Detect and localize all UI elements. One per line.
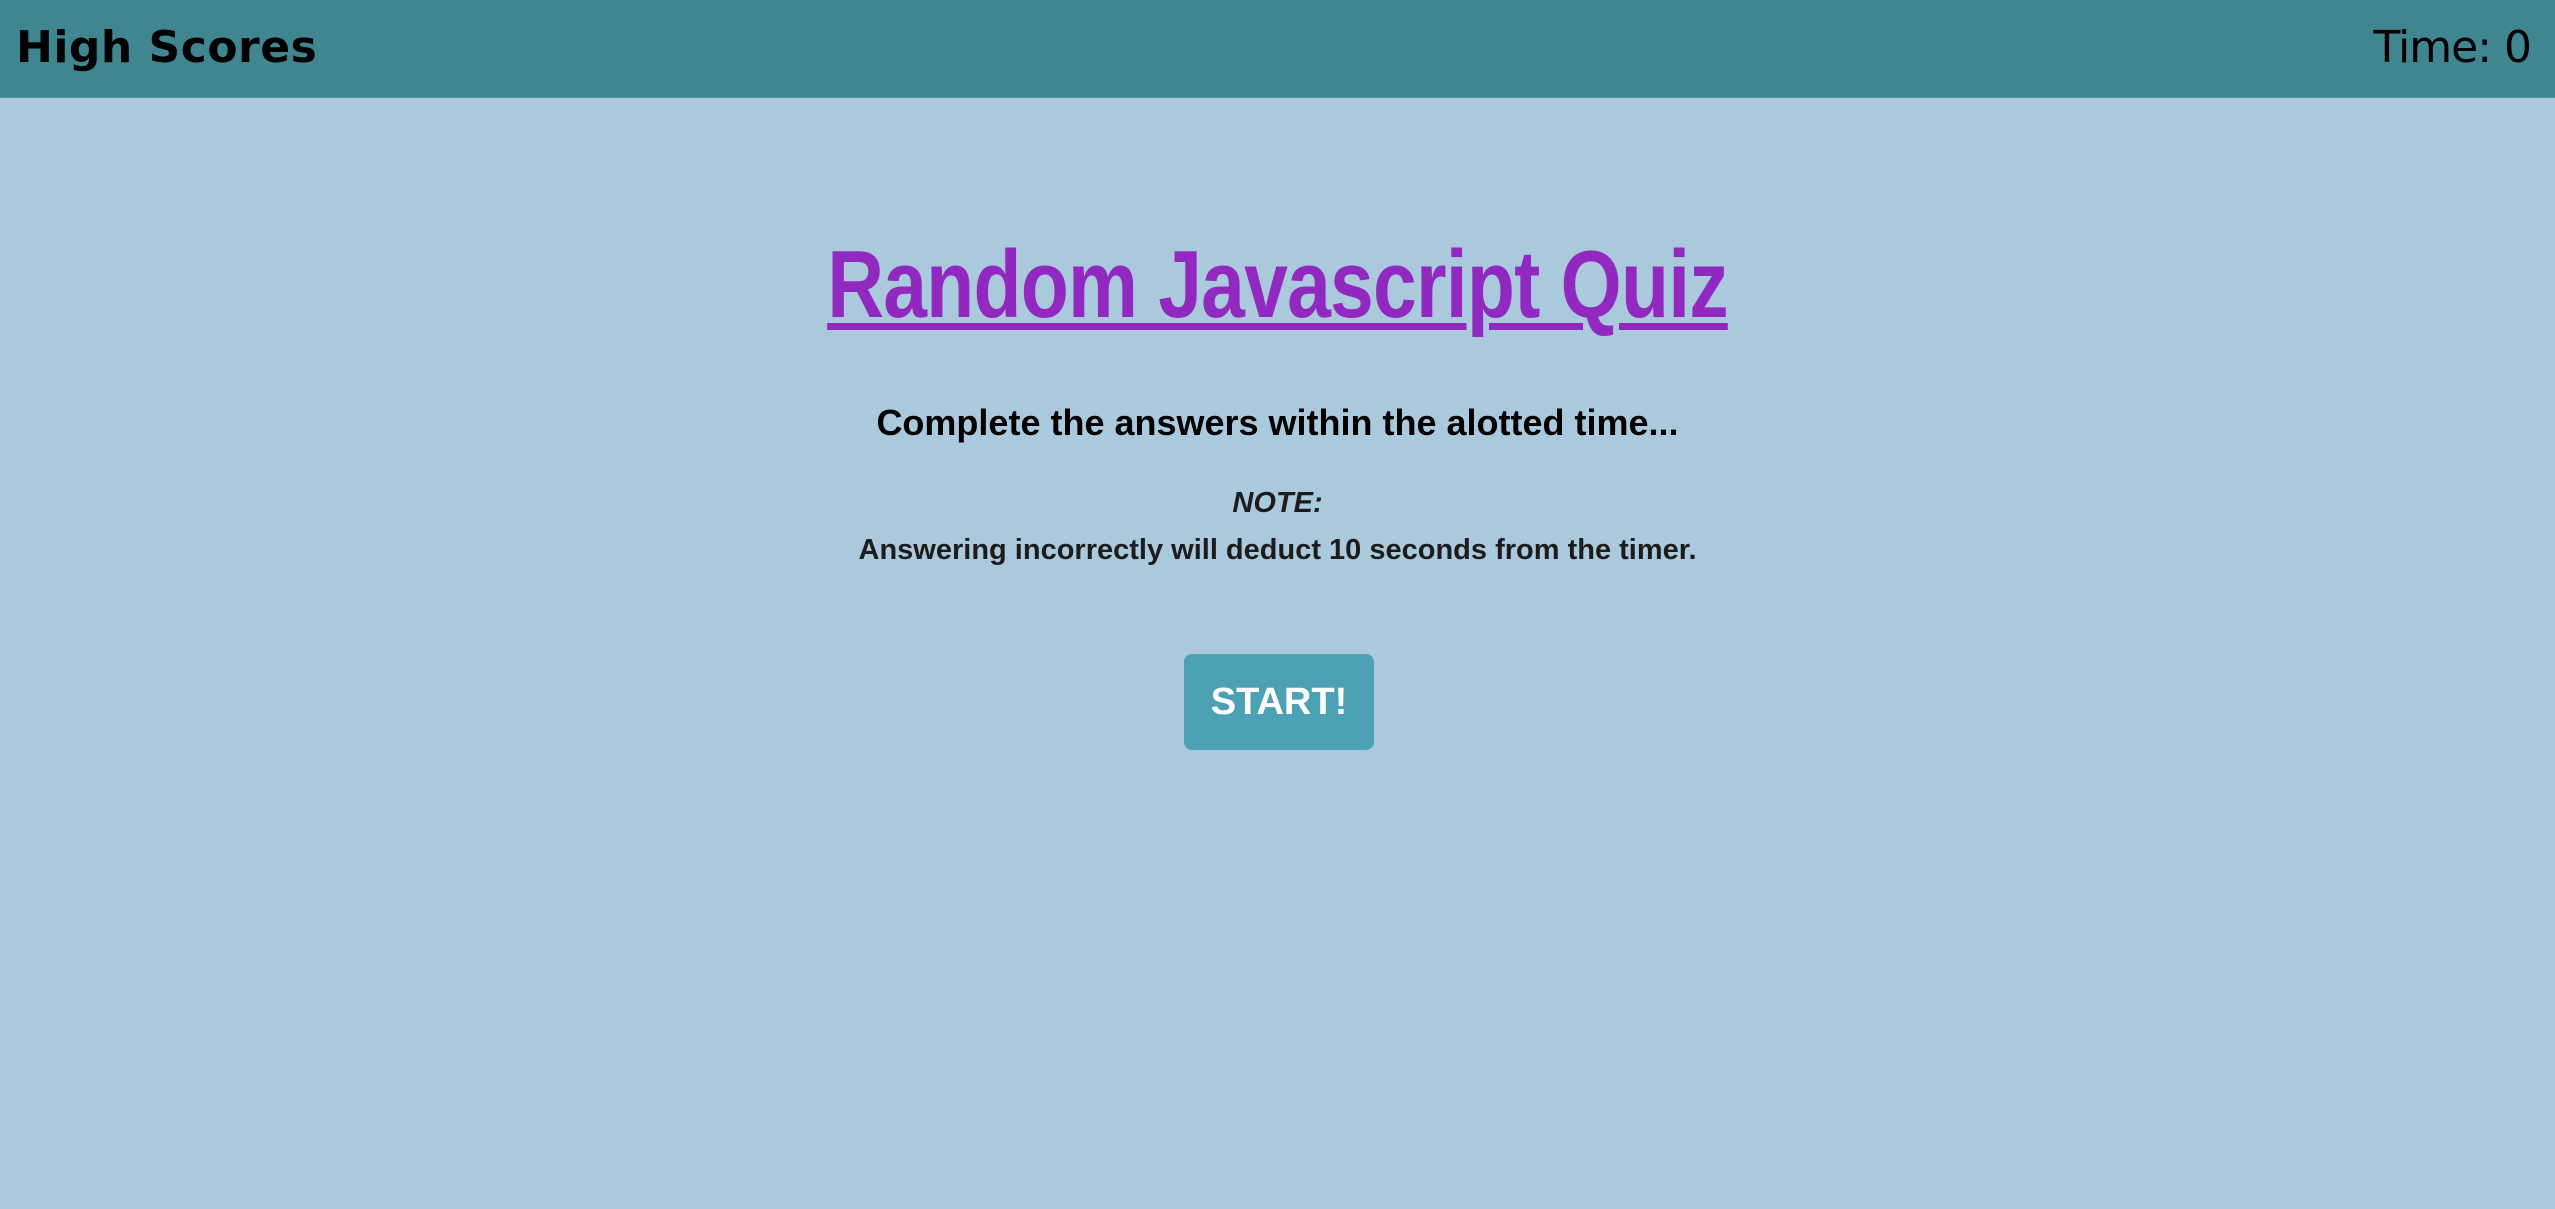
high-scores-link[interactable]: High Scores (16, 16, 317, 80)
quiz-instructions: Complete the answers within the alotted … (876, 402, 1679, 443)
note-label: NOTE: (1232, 487, 1323, 519)
note-text: Answering incorrectly will deduct 10 sec… (858, 534, 1697, 566)
quiz-title: Random Javascript Quiz (827, 231, 1728, 338)
start-button[interactable]: START! (1184, 654, 1374, 750)
timer-display: Time: 0 (2373, 22, 2532, 73)
top-bar: High Scores Time: 0 (0, 0, 2555, 98)
quiz-start-panel: Random Javascript Quiz Complete the answ… (0, 98, 2555, 1209)
